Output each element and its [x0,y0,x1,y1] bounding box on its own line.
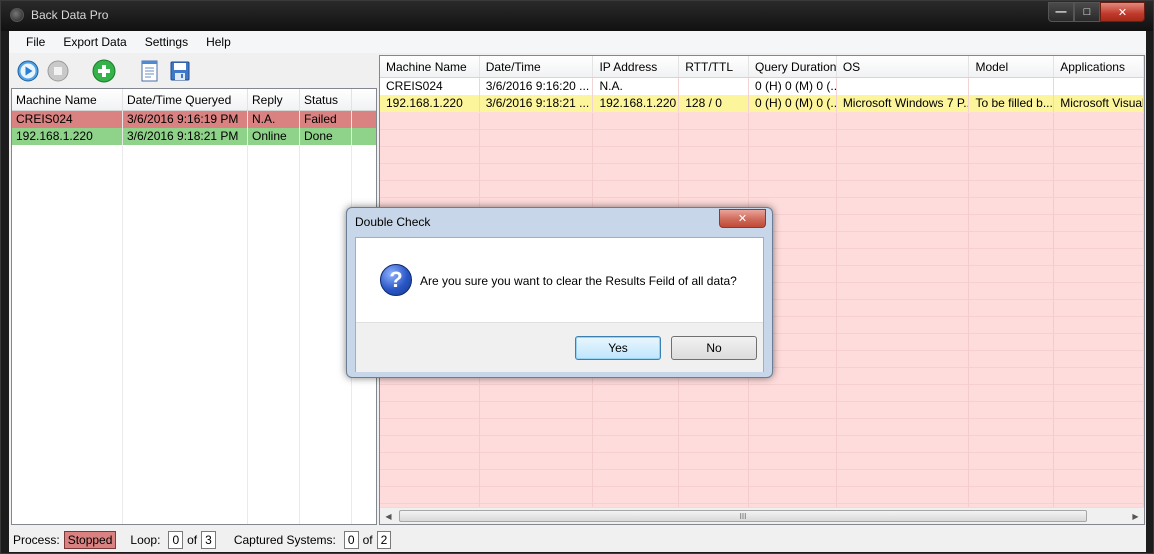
table-row[interactable]: CREIS024 3/6/2016 9:16:19 PM N.A. Failed [12,111,376,128]
col-applications[interactable]: Applications [1054,56,1144,77]
confirm-dialog: Double Check ✕ ? Are you sure you want t… [346,207,773,378]
col-reply[interactable]: Reply [248,89,300,110]
status-bar: Process: Stopped Loop: 0 of 3 Captured S… [9,527,1146,552]
table-row[interactable]: CREIS024 3/6/2016 9:16:20 ... N.A. 0 (H)… [380,78,1144,95]
start-button[interactable] [15,58,41,84]
cell-os: Microsoft Windows 7 P... [837,95,970,112]
scroll-grip: III [739,511,747,521]
col-query-duration[interactable]: Query Duration [749,56,837,77]
cell-query-duration: 0 (H) 0 (M) 0 (... [749,78,837,95]
yes-button[interactable]: Yes [575,336,661,360]
dialog-message: Are you sure you want to clear the Resul… [420,274,737,288]
table-row[interactable]: 192.168.1.220 3/6/2016 9:18:21 PM Online… [12,128,376,145]
cell-ip-address: N.A. [593,78,680,95]
results-grid-header: Machine Name Date/Time IP Address RTT/TT… [380,56,1144,78]
col-os[interactable]: OS [837,56,970,77]
minimize-button[interactable]: — [1048,2,1074,22]
col-model[interactable]: Model [969,56,1055,77]
cell-status: Failed [300,111,352,128]
table-row[interactable]: 192.168.1.220 3/6/2016 9:18:21 ... 192.1… [380,95,1144,112]
window-title: Back Data Pro [31,8,109,22]
notepad-button[interactable] [137,58,163,84]
no-button[interactable]: No [671,336,757,360]
menu-settings[interactable]: Settings [136,31,197,53]
loop-total: 3 [201,530,216,549]
scroll-left-button[interactable]: ◀ [380,508,397,524]
cell-datetime: 3/6/2016 9:18:21 PM [123,128,248,145]
process-status-badge: Stopped [63,530,117,549]
machines-grid-header: Machine Name Date/Time Queryed Reply Sta… [12,89,376,111]
col-machine-name[interactable]: Machine Name [12,89,123,110]
cell-ip-address: 192.168.1.220 [593,95,680,112]
cell-reply: Online [248,128,300,145]
title-bar[interactable]: Back Data Pro — □ ✕ [1,1,1153,31]
cell-datetime: 3/6/2016 9:16:20 ... [480,78,594,95]
app-icon [10,8,24,22]
cell-machine-name: CREIS024 [380,78,480,95]
col-datetime-queryed[interactable]: Date/Time Queryed [123,89,248,110]
add-icon [92,59,116,83]
scroll-thumb[interactable]: III [399,510,1087,522]
loop-label: Loop: [130,532,161,547]
menu-help[interactable]: Help [197,31,240,53]
cell-applications: Microsoft Visual S [1054,95,1144,112]
col-rtt-ttl[interactable]: RTT/TTL [679,56,750,77]
captured-total: 2 [376,530,392,549]
maximize-button[interactable]: □ [1074,2,1100,22]
save-button[interactable] [167,58,193,84]
menu-export-data[interactable]: Export Data [54,31,135,53]
cell-applications [1054,78,1144,95]
caption-buttons: — □ ✕ [1048,2,1145,22]
col-datetime[interactable]: Date/Time [480,56,594,77]
menu-bar: File Export Data Settings Help [9,31,1146,53]
minimize-icon: — [1055,6,1067,18]
col-status[interactable]: Status [300,89,352,110]
loop-current: 0 [168,530,184,549]
notepad-icon [141,60,158,82]
cell-machine-name: CREIS024 [12,111,123,128]
grid-empty-area [12,146,376,524]
add-button[interactable] [91,58,117,84]
save-icon [170,61,190,81]
cell-rtt-ttl [679,78,750,95]
maximize-icon: □ [1083,6,1091,18]
machines-grid[interactable]: Machine Name Date/Time Queryed Reply Sta… [11,88,377,525]
col-machine-name[interactable]: Machine Name [380,56,480,77]
close-button[interactable]: ✕ [1100,2,1145,22]
captured-current: 0 [343,530,359,549]
cell-rtt-ttl: 128 / 0 [679,95,750,112]
close-icon: ✕ [1117,6,1128,19]
cell-model [969,78,1055,95]
close-icon: ✕ [737,213,748,225]
arrow-left-icon: ◀ [385,511,392,521]
col-ip-address[interactable]: IP Address [593,56,680,77]
cell-status: Done [300,128,352,145]
scroll-right-button[interactable]: ▶ [1127,508,1144,524]
cell-datetime: 3/6/2016 9:18:21 ... [480,95,594,112]
loop-of-label: of [187,532,198,547]
dialog-body: ? Are you sure you want to clear the Res… [355,237,764,372]
dialog-close-button[interactable]: ✕ [719,209,766,228]
menu-file[interactable]: File [17,31,54,53]
cell-machine-name: 192.168.1.220 [380,95,480,112]
cell-model: To be filled b... [969,95,1055,112]
cell-reply: N.A. [248,111,300,128]
dialog-title: Double Check [355,215,431,229]
toolbar [9,54,378,88]
cell-machine-name: 192.168.1.220 [12,128,123,145]
cell-query-duration: 0 (H) 0 (M) 0 (... [749,95,837,112]
captured-of-label: of [362,532,373,547]
cell-datetime: 3/6/2016 9:16:19 PM [123,111,248,128]
question-icon: ? [380,264,412,296]
dialog-footer: Yes No [356,322,763,372]
captured-label: Captured Systems: [233,532,336,547]
play-icon [17,60,39,82]
horizontal-scrollbar[interactable]: ◀ III ▶ [380,507,1144,524]
process-label: Process: [13,532,60,547]
cell-os [837,78,970,95]
stop-button[interactable] [45,58,71,84]
arrow-right-icon: ▶ [1132,511,1139,521]
left-pane: Machine Name Date/Time Queryed Reply Sta… [9,54,378,526]
stop-icon [47,60,69,82]
